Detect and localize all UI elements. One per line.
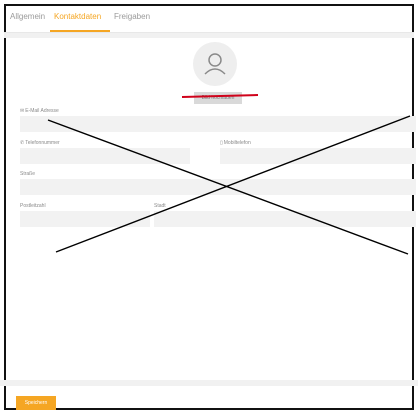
cross-line-2 [55,115,411,253]
red-strike-line [181,94,259,98]
annotation-overlay [47,94,411,255]
